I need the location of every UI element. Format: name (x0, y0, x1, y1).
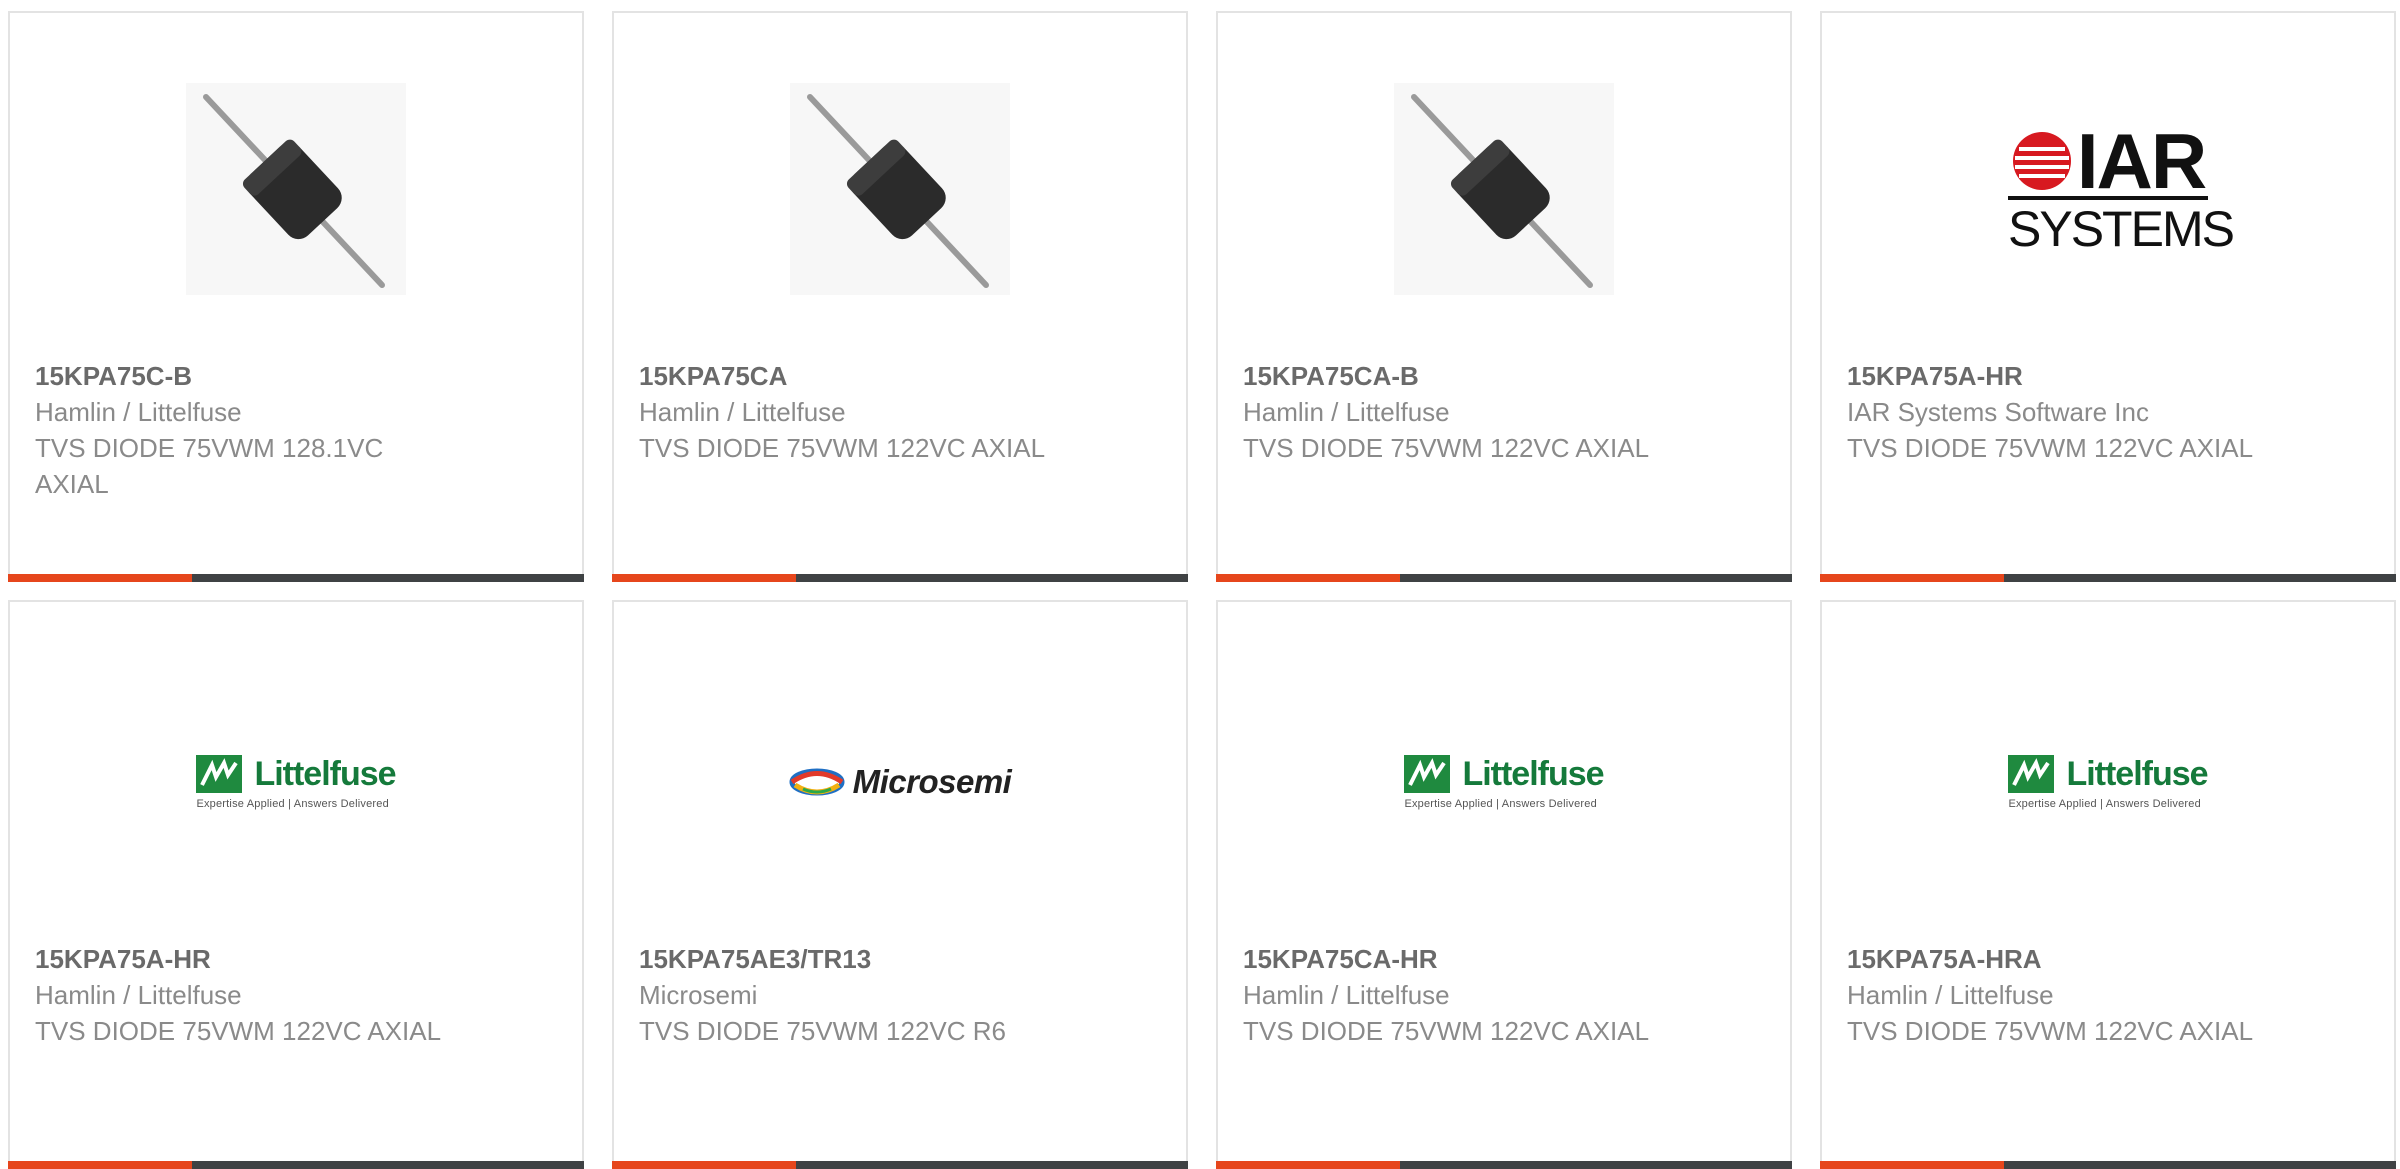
product-card[interactable]: IAR SYSTEMS 15KPA75A-HR IAR Systems Soft… (1820, 11, 2396, 582)
product-image[interactable]: Microsemi (614, 702, 1186, 862)
product-card[interactable]: Littelfuse Expertise Applied | Answers D… (1820, 600, 2396, 1169)
card-footer-bar (8, 1161, 584, 1169)
product-description: TVS DIODE 75VWM 122VC AXIAL (1243, 433, 1650, 463)
littelfuse-tagline: Expertise Applied | Answers Delivered (1404, 797, 1597, 810)
card-footer-bar (612, 1161, 1188, 1169)
product-card[interactable]: 15KPA75C-B Hamlin / Littelfuse TVS DIODE… (8, 11, 584, 582)
littelfuse-tagline: Expertise Applied | Answers Delivered (2008, 797, 2201, 810)
littelfuse-logo-text: Littelfuse (254, 754, 396, 793)
iar-logo-subtext: SYSTEMS (2008, 196, 2235, 254)
card-accent-bar (1820, 574, 2004, 582)
littelfuse-mark-icon (196, 755, 243, 793)
product-card[interactable]: Littelfuse Expertise Applied | Answers D… (8, 600, 584, 1169)
product-description: TVS DIODE 75VWM 128.1VC AXIAL (35, 433, 384, 499)
product-image[interactable]: IAR SYSTEMS (1822, 83, 2394, 295)
microsemi-logo-text: Microsemi (852, 763, 1012, 800)
product-card[interactable]: Microsemi 15KPA75AE3/TR13 Microsemi TVS … (612, 600, 1188, 1169)
product-image[interactable]: Littelfuse Expertise Applied | Answers D… (10, 702, 582, 862)
product-description: TVS DIODE 75VWM 122VC AXIAL (1847, 1016, 2254, 1046)
littelfuse-logo-text: Littelfuse (2066, 754, 2208, 793)
axial-diode-image (1394, 83, 1614, 295)
product-description: TVS DIODE 75VWM 122VC AXIAL (1243, 1016, 1650, 1046)
manufacturer-name: IAR Systems Software Inc (1847, 397, 2149, 427)
card-footer-bar (1820, 1161, 2396, 1169)
card-footer-bar (1216, 574, 1792, 582)
manufacturer-name: Hamlin / Littelfuse (35, 397, 242, 427)
card-footer-bar (1820, 574, 2396, 582)
axial-diode-image (186, 83, 406, 295)
iar-globe-icon (2012, 132, 2071, 190)
manufacturer-name: Hamlin / Littelfuse (1243, 980, 1450, 1010)
card-accent-bar (612, 574, 796, 582)
part-number-link[interactable]: 15KPA75A-HR (35, 941, 562, 977)
microsemi-logo: Microsemi (789, 763, 1012, 801)
axial-diode-image (790, 83, 1010, 295)
card-footer-bar (8, 574, 584, 582)
part-number-link[interactable]: 15KPA75C-B (35, 358, 562, 394)
littelfuse-logo: Littelfuse Expertise Applied | Answers D… (2008, 754, 2209, 810)
card-accent-bar (8, 574, 192, 582)
product-card[interactable]: Littelfuse Expertise Applied | Answers D… (1216, 600, 1792, 1169)
product-card[interactable]: 15KPA75CA Hamlin / Littelfuse TVS DIODE … (612, 11, 1188, 582)
manufacturer-name: Hamlin / Littelfuse (35, 980, 242, 1010)
card-footer-bar (1216, 1161, 1792, 1169)
product-description: TVS DIODE 75VWM 122VC AXIAL (639, 433, 1046, 463)
product-description: TVS DIODE 75VWM 122VC R6 (639, 1016, 1006, 1046)
manufacturer-name: Hamlin / Littelfuse (1847, 980, 2054, 1010)
card-accent-bar (612, 1161, 796, 1169)
product-image[interactable]: Littelfuse Expertise Applied | Answers D… (1822, 702, 2394, 862)
littelfuse-mark-icon (1404, 755, 1451, 793)
part-number-link[interactable]: 15KPA75CA (639, 358, 1166, 394)
manufacturer-name: Hamlin / Littelfuse (1243, 397, 1450, 427)
card-accent-bar (1216, 1161, 1400, 1169)
littelfuse-logo-text: Littelfuse (1462, 754, 1604, 793)
card-footer-bar (612, 574, 1188, 582)
product-image[interactable] (1218, 83, 1790, 295)
littelfuse-tagline: Expertise Applied | Answers Delivered (196, 797, 389, 810)
manufacturer-name: Microsemi (639, 980, 758, 1010)
part-number-link[interactable]: 15KPA75CA-HR (1243, 941, 1770, 977)
part-number-link[interactable]: 15KPA75A-HRA (1847, 941, 2374, 977)
product-description: TVS DIODE 75VWM 122VC AXIAL (35, 1016, 442, 1046)
part-number-link[interactable]: 15KPA75A-HR (1847, 358, 2374, 394)
product-image[interactable] (10, 83, 582, 295)
littelfuse-logo: Littelfuse Expertise Applied | Answers D… (196, 754, 397, 810)
littelfuse-mark-icon (2008, 755, 2055, 793)
littelfuse-logo: Littelfuse Expertise Applied | Answers D… (1404, 754, 1605, 810)
product-description: TVS DIODE 75VWM 122VC AXIAL (1847, 433, 2254, 463)
product-image[interactable]: Littelfuse Expertise Applied | Answers D… (1218, 702, 1790, 862)
product-image[interactable] (614, 83, 1186, 295)
card-accent-bar (1820, 1161, 2004, 1169)
card-accent-bar (1216, 574, 1400, 582)
manufacturer-name: Hamlin / Littelfuse (639, 397, 846, 427)
product-card[interactable]: 15KPA75CA-B Hamlin / Littelfuse TVS DIOD… (1216, 11, 1792, 582)
part-number-link[interactable]: 15KPA75AE3/TR13 (639, 941, 1166, 977)
iar-logo-text: IAR (2076, 117, 2207, 205)
microsemi-swirl-icon (789, 768, 845, 796)
card-accent-bar (8, 1161, 192, 1169)
part-number-link[interactable]: 15KPA75CA-B (1243, 358, 1770, 394)
iar-systems-logo: IAR SYSTEMS (2008, 117, 2235, 254)
